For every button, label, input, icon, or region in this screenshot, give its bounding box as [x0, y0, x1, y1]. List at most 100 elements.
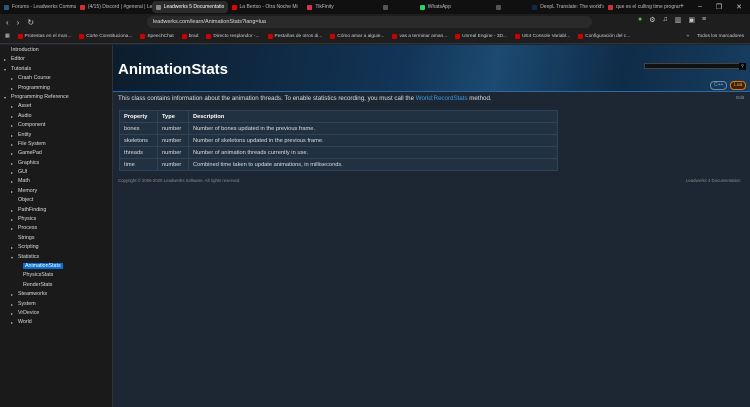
collapsed-arrow-icon[interactable]: ▸ [11, 290, 13, 299]
browser-tab[interactable]: La Bertso - Otra Noche Mi [228, 1, 304, 13]
collapsed-arrow-icon[interactable]: ▸ [11, 131, 13, 140]
collapsed-arrow-icon[interactable]: ▸ [11, 168, 13, 177]
record-stats-link[interactable]: World:RecordStats [416, 95, 468, 102]
maximize-button[interactable]: ❐ [716, 3, 722, 11]
back-icon[interactable]: ‹ [6, 18, 9, 27]
collapsed-arrow-icon[interactable]: ▸ [11, 177, 13, 186]
sidebar-item[interactable]: ▸ PathFinding [0, 206, 112, 215]
collapsed-arrow-icon[interactable]: ▸ [11, 187, 13, 196]
sidebar-item[interactable]: ▸ Component [0, 121, 112, 130]
sidebar-item[interactable]: ▸ Physics [0, 215, 112, 224]
bookmark-item[interactable]: UE4 Console Variabl... [514, 34, 570, 39]
sidebar-item[interactable]: ▸ GamePad [0, 149, 112, 158]
browser-tab[interactable]: (4/15) Discord | #general | Leadw [76, 1, 152, 13]
collapsed-arrow-icon[interactable]: ▸ [11, 84, 13, 93]
browser-tab[interactable]: TikFinity [303, 1, 379, 13]
collapsed-arrow-icon[interactable]: ▸ [11, 159, 13, 168]
sidebar-item[interactable]: ▸ Crash Course [0, 74, 112, 83]
sidebar-item[interactable]: ▸ System [0, 300, 112, 309]
bookmark-item[interactable]: Directo resplandor -... [206, 34, 260, 39]
browser-tab[interactable] [379, 1, 416, 13]
sidebar-item[interactable]: Object [0, 196, 112, 205]
collapsed-arrow-icon[interactable]: ▸ [11, 224, 13, 233]
collapsed-arrow-icon[interactable]: ▸ [11, 300, 13, 309]
search-icon[interactable]: ⚲ [739, 63, 746, 70]
bookmark-item[interactable]: Configuración del c... [578, 34, 630, 39]
collapsed-arrow-icon[interactable]: ▸ [11, 102, 13, 111]
collapsed-arrow-icon[interactable]: ▸ [4, 55, 6, 64]
sidebar-item[interactable]: ▸ File System [0, 140, 112, 149]
menu-icon[interactable]: ≡ [702, 16, 706, 24]
sidebar-item[interactable]: ▸ Programming [0, 84, 112, 93]
sidebar-item[interactable]: RenderStats [0, 281, 112, 290]
bookmark-item[interactable]: Unreal Engine - 3D... [455, 34, 507, 39]
browser-tab[interactable]: Forums - Leadwerks Communit [0, 1, 76, 13]
lua-language-button[interactable]: Lua [730, 81, 747, 90]
sidebar-item[interactable]: ▸ Memory [0, 187, 112, 196]
sidebar-item[interactable]: ▸ Asset [0, 102, 112, 111]
sidebar-item[interactable]: ▸ Editor [0, 55, 112, 64]
documentation-version-link[interactable]: Leadwerks 4 Documentation [686, 178, 740, 183]
sidebar-item[interactable]: ▸ Scripting [0, 243, 112, 252]
collapsed-arrow-icon[interactable]: ▸ [11, 112, 13, 121]
wallet-icon[interactable]: ▣ [688, 16, 695, 24]
collapsed-arrow-icon[interactable]: ▸ [11, 309, 13, 318]
browser-tab[interactable]: DeepL Translate: The world's m [528, 1, 604, 13]
bookmark-item[interactable]: SpeechChat [140, 34, 174, 39]
sidebar-item[interactable]: ▸ Math [0, 177, 112, 186]
browser-tab[interactable]: Leadwerks 5 Documentatio [151, 1, 228, 13]
new-tab-button[interactable]: + [680, 3, 684, 11]
sidebar-item[interactable]: ▾ Tutorials [0, 65, 112, 74]
sidebar-item[interactable]: ▸ Entity [0, 131, 112, 140]
expanded-arrow-icon[interactable]: ▾ [4, 65, 6, 74]
bookmark-item[interactable]: brad [181, 34, 198, 39]
collapsed-arrow-icon[interactable]: ▸ [11, 140, 13, 149]
apps-icon[interactable]: ▦ [5, 34, 10, 39]
bookmark-item[interactable]: vas a terminar aman... [392, 34, 447, 39]
expanded-arrow-icon[interactable]: ▾ [11, 253, 13, 262]
cpp-language-button[interactable]: C++ [710, 81, 728, 90]
sidebar-item[interactable]: Strings [0, 234, 112, 243]
collapsed-arrow-icon[interactable]: ▸ [11, 206, 13, 215]
collapsed-arrow-icon[interactable]: ▸ [11, 243, 13, 252]
collapsed-arrow-icon[interactable]: ▸ [11, 215, 13, 224]
close-window-button[interactable]: ✕ [736, 3, 742, 11]
sidebar-item[interactable]: ▾ Statistics [0, 253, 112, 262]
extension-icon[interactable]: ● [638, 16, 642, 24]
collapsed-arrow-icon[interactable]: ▸ [11, 121, 13, 130]
bookmark-item[interactable]: Cómo amar a alguie... [330, 34, 384, 39]
media-icon[interactable]: ♫ [663, 16, 668, 24]
collapsed-arrow-icon[interactable]: ▸ [11, 74, 13, 83]
browser-tab[interactable]: WhatsApp [416, 1, 492, 13]
collapsed-arrow-icon[interactable]: ▸ [11, 149, 13, 158]
sidebar-item[interactable]: ▸ Steamworks [0, 290, 112, 299]
collapsed-arrow-icon[interactable]: ▸ [11, 318, 13, 327]
sidebar-item[interactable]: ▸ Audio [0, 112, 112, 121]
bookmarks-overflow-button[interactable]: » [686, 34, 689, 39]
sidebar-item[interactable]: ▸ GUI [0, 168, 112, 177]
edit-link[interactable]: Edit [736, 95, 744, 100]
minimize-button[interactable]: – [698, 3, 702, 11]
bookmark-item[interactable]: Pestañas de otros di... [267, 34, 322, 39]
bookmark-item[interactable]: Protestas en el mun... [17, 34, 71, 39]
forward-icon[interactable]: › [17, 18, 20, 27]
sidebar-item[interactable]: Introduction [0, 46, 112, 55]
sidebar-icon[interactable]: ▥ [675, 16, 682, 24]
bookmark-item[interactable]: Corte Constituciona... [79, 34, 132, 39]
sidebar-item[interactable]: ▸ World [0, 318, 112, 327]
sidebar-item[interactable]: PhysicsStats [0, 271, 112, 280]
url-field[interactable]: leadwerks.com/learn/AnimationStats?lang=… [147, 16, 592, 28]
extensions-icon[interactable]: ⚙ [649, 16, 655, 24]
browser-tab[interactable] [492, 1, 529, 13]
search-input[interactable] [644, 63, 744, 69]
sidebar-item[interactable]: ▾ Programming Reference [0, 93, 112, 102]
browser-tab[interactable]: que es el culling time program [604, 1, 680, 13]
all-bookmarks-folder[interactable]: Todos los marcadores [697, 34, 744, 39]
page-title: AnimationStats [118, 61, 229, 78]
sidebar-item[interactable]: ▸ Graphics [0, 159, 112, 168]
sidebar-item[interactable]: ▸ Process [0, 224, 112, 233]
reload-icon[interactable]: ↻ [27, 18, 34, 27]
sidebar-item[interactable]: ▸ VrDevice [0, 309, 112, 318]
sidebar-item[interactable]: AnimationStats [0, 262, 112, 271]
expanded-arrow-icon[interactable]: ▾ [4, 93, 6, 102]
